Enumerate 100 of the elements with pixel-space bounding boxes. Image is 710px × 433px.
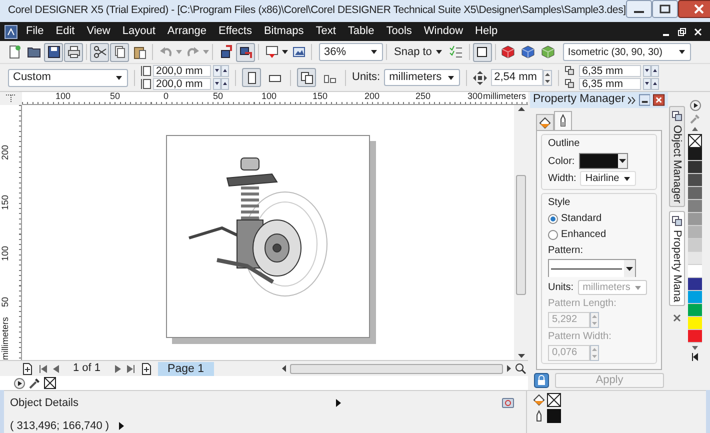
- folder-icon[interactable]: [26, 45, 40, 59]
- close-icon[interactable]: [678, 0, 710, 18]
- pattern-dropdown[interactable]: [548, 259, 636, 277]
- color-swatch[interactable]: [688, 187, 702, 200]
- copy-icon[interactable]: [112, 45, 126, 59]
- clipboard-icon[interactable]: [132, 45, 146, 59]
- color-swatch[interactable]: [688, 200, 702, 213]
- scroll-left-icon[interactable]: [282, 365, 286, 372]
- palette-menu-icon[interactable]: [690, 100, 700, 111]
- scroll-end-icon[interactable]: [692, 353, 698, 361]
- color-swatch[interactable]: [688, 161, 702, 174]
- snap-to-button[interactable]: Snap to: [390, 44, 446, 60]
- add-page-icon[interactable]: [22, 362, 33, 374]
- scroll-right-icon[interactable]: [507, 365, 511, 372]
- color-swatch[interactable]: [688, 330, 702, 343]
- scissors-icon[interactable]: [92, 45, 106, 59]
- previous-page-icon[interactable]: [53, 364, 59, 372]
- screen-icon[interactable]: [502, 398, 514, 409]
- menu-item[interactable]: Bitmaps: [264, 23, 304, 40]
- menu-item[interactable]: Table: [348, 23, 374, 40]
- scroll-thumb[interactable]: [516, 175, 526, 295]
- menu-item[interactable]: Edit: [56, 23, 75, 40]
- spin-buttons-icon[interactable]: [643, 65, 660, 77]
- color-swatch[interactable]: [688, 252, 702, 265]
- zoom-icon[interactable]: [515, 363, 526, 374]
- color-swatch[interactable]: [688, 239, 702, 252]
- cube-icon[interactable]: [521, 45, 536, 59]
- side-tab[interactable]: Property Mana: [669, 211, 685, 306]
- menu-item[interactable]: Effects: [218, 23, 252, 40]
- color-swatch[interactable]: [688, 148, 702, 161]
- menu-item[interactable]: View: [86, 23, 110, 40]
- lock-icon[interactable]: [534, 372, 549, 388]
- close-icon[interactable]: [653, 94, 665, 106]
- menu-item[interactable]: Tools: [386, 23, 412, 40]
- page-size-field[interactable]: 200,0 mm: [153, 65, 211, 77]
- minimize-icon[interactable]: [626, 0, 652, 18]
- color-swatch[interactable]: [688, 317, 702, 330]
- scroll-down-icon[interactable]: [518, 354, 524, 358]
- color-swatch[interactable]: [688, 265, 702, 278]
- no-color-swatch[interactable]: [688, 134, 702, 148]
- page-size-field[interactable]: 200,0 mm: [153, 78, 211, 90]
- caret-icon[interactable]: [282, 50, 288, 54]
- no-color-icon[interactable]: [44, 377, 56, 389]
- menu-item[interactable]: File: [26, 23, 44, 40]
- spin-buttons-icon[interactable]: [543, 70, 552, 86]
- eyedropper-icon[interactable]: [29, 378, 40, 388]
- spin-buttons-icon[interactable]: [213, 78, 229, 90]
- square-toggle-icon[interactable]: [475, 45, 490, 59]
- color-swatch[interactable]: [688, 291, 702, 304]
- page-tab[interactable]: Page 1: [158, 362, 214, 376]
- side-tab[interactable]: Object Manager: [669, 106, 685, 208]
- scroll-down-icon[interactable]: [692, 346, 698, 350]
- nudge-field[interactable]: 2,54 mm: [491, 69, 544, 86]
- outline-width-dropdown[interactable]: Hairline: [580, 171, 636, 186]
- next-page-icon[interactable]: [114, 364, 121, 372]
- all-pages-icon[interactable]: [300, 70, 314, 84]
- last-page-icon[interactable]: [126, 364, 135, 372]
- maximize-icon[interactable]: [652, 0, 678, 18]
- picture-icon[interactable]: [292, 45, 306, 59]
- color-swatch[interactable]: [688, 174, 702, 187]
- menu-item[interactable]: Help: [475, 23, 498, 40]
- duplicate-distance-field[interactable]: 6,35 mm: [579, 78, 642, 90]
- printer-icon[interactable]: [66, 45, 80, 59]
- expand-arrow-icon[interactable]: [336, 399, 342, 408]
- checklist-icon[interactable]: [449, 45, 464, 59]
- menu-item[interactable]: Text: [316, 23, 336, 40]
- color-swatch[interactable]: [688, 226, 702, 239]
- restore-icon[interactable]: [678, 28, 686, 36]
- menu-item[interactable]: Layout: [122, 23, 156, 40]
- expand-arrow-icon[interactable]: [119, 422, 124, 430]
- export-icon[interactable]: [238, 45, 252, 59]
- spin-buttons-icon[interactable]: [643, 78, 660, 90]
- scroll-up-icon[interactable]: [692, 127, 698, 131]
- new-document-icon[interactable]: [6, 45, 20, 59]
- first-page-icon[interactable]: [39, 364, 47, 372]
- import-icon[interactable]: [218, 45, 232, 59]
- color-swatch[interactable]: [688, 213, 702, 226]
- duplicate-distance-field[interactable]: 6,35 mm: [579, 65, 642, 77]
- color-swatch[interactable]: [688, 278, 702, 291]
- spin-buttons-icon[interactable]: [213, 65, 229, 77]
- scroll-thumb[interactable]: [290, 364, 503, 374]
- publish-icon[interactable]: [264, 45, 278, 59]
- expand-icon[interactable]: [628, 96, 636, 104]
- scroll-up-icon[interactable]: [518, 107, 524, 111]
- play-icon[interactable]: [14, 378, 25, 388]
- menu-item[interactable]: Arrange: [167, 23, 207, 40]
- view-preset-dropdown[interactable]: Isometric (30, 90, 30): [562, 43, 691, 61]
- minimize-icon[interactable]: [638, 94, 650, 106]
- units-dropdown[interactable]: millimeters: [384, 69, 460, 86]
- menu-item[interactable]: Window: [424, 23, 464, 40]
- paint-bucket-tab-icon[interactable]: [538, 116, 552, 130]
- zoom-dropdown[interactable]: 36%: [319, 43, 383, 61]
- outline-color-picker[interactable]: [578, 153, 628, 169]
- cube-icon[interactable]: [501, 45, 516, 59]
- page-preset-dropdown[interactable]: Custom: [8, 68, 128, 86]
- cube-icon[interactable]: [541, 45, 556, 59]
- document-icon[interactable]: [4, 24, 18, 38]
- color-swatch[interactable]: [688, 304, 702, 317]
- save-icon[interactable]: [46, 45, 60, 59]
- add-page-icon[interactable]: [140, 362, 152, 374]
